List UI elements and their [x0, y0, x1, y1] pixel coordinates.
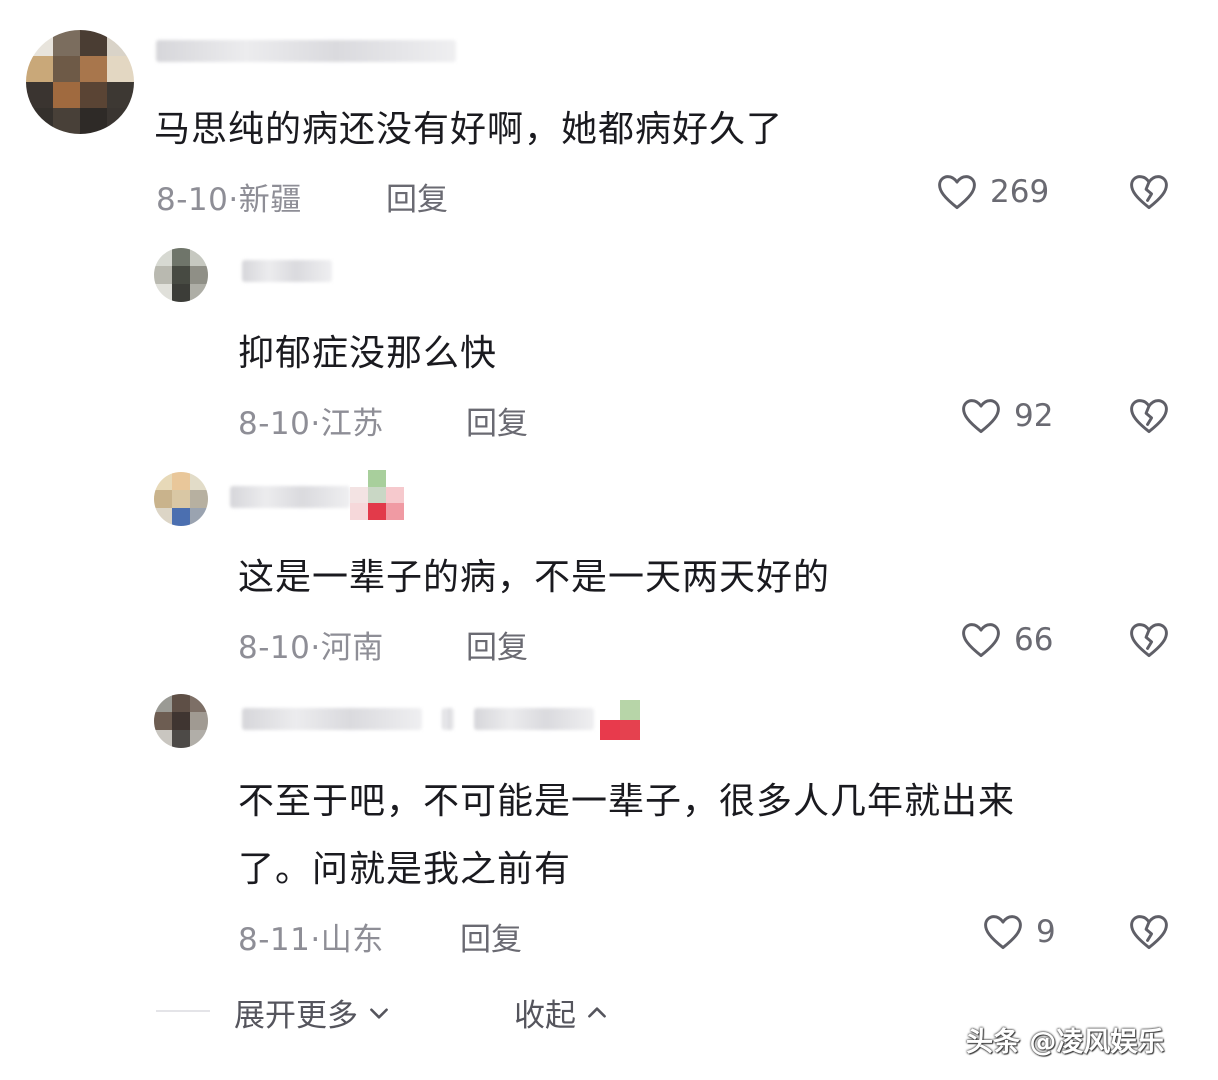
comment-meta: 8-11·山东	[238, 914, 384, 959]
like-count: 9	[1036, 914, 1056, 950]
reply-button[interactable]: 回复	[466, 398, 528, 443]
collapse-button[interactable]: 收起	[514, 990, 610, 1035]
avatar[interactable]	[154, 472, 208, 526]
chevron-down-icon	[370, 1007, 388, 1019]
broken-heart-icon	[1130, 915, 1168, 950]
meta-separator: ·	[310, 922, 321, 958]
comment-region: 河南	[320, 630, 384, 666]
avatar[interactable]	[154, 694, 208, 748]
comment-date: 8-10	[156, 182, 229, 218]
comment-date: 8-11	[238, 922, 311, 958]
comment-region: 山东	[320, 922, 384, 958]
dislike-button[interactable]	[1126, 618, 1172, 666]
reply-button[interactable]: 回复	[466, 622, 528, 667]
heart-outline-icon	[962, 623, 1000, 658]
heart-outline-icon	[938, 175, 976, 210]
badge-blurred	[350, 470, 404, 520]
reply-button[interactable]: 回复	[460, 914, 522, 959]
like-count: 92	[1014, 398, 1054, 434]
watermark: 头条 @凌风娱乐	[966, 1027, 1165, 1058]
dislike-button[interactable]	[1126, 910, 1172, 958]
like-count: 66	[1014, 622, 1054, 658]
comment-date: 8-10	[238, 406, 311, 442]
broken-heart-icon	[1130, 175, 1168, 210]
like-button[interactable]: 9	[980, 910, 1056, 954]
meta-separator: ·	[228, 182, 239, 218]
dislike-button[interactable]	[1126, 170, 1172, 218]
username-blurred[interactable]	[242, 708, 422, 730]
avatar[interactable]	[26, 30, 134, 134]
heart-outline-icon	[962, 399, 1000, 434]
like-count: 269	[990, 174, 1050, 210]
expand-more-label: 展开更多	[234, 998, 358, 1034]
expand-more-button[interactable]: 展开更多	[234, 990, 392, 1035]
avatar[interactable]	[154, 248, 208, 302]
badge-blurred	[600, 700, 640, 740]
comment-date: 8-10	[238, 630, 311, 666]
comment-text: 马思纯的病还没有好啊，她都病好久了	[154, 109, 784, 150]
comment-text: 抑郁症没那么快	[238, 333, 498, 374]
divider	[156, 1010, 210, 1012]
comment-meta: 8-10·河南	[238, 622, 384, 667]
username-blurred[interactable]	[156, 40, 456, 62]
chevron-up-icon	[588, 1006, 606, 1018]
heart-outline-icon	[984, 915, 1022, 950]
collapse-label: 收起	[514, 998, 576, 1034]
like-button[interactable]: 66	[958, 618, 1053, 662]
comment-region: 江苏	[320, 406, 384, 442]
reply-button[interactable]: 回复	[386, 174, 448, 219]
like-button[interactable]: 269	[934, 170, 1049, 214]
comment-meta: 8-10·江苏	[238, 398, 384, 443]
broken-heart-icon	[1130, 623, 1168, 658]
username-blurred[interactable]	[474, 708, 594, 730]
meta-separator: ·	[310, 630, 321, 666]
comment-region: 新疆	[238, 182, 302, 218]
username-blurred[interactable]	[442, 708, 454, 730]
like-button[interactable]: 92	[958, 394, 1053, 438]
broken-heart-icon	[1130, 399, 1168, 434]
username-blurred[interactable]	[230, 486, 350, 508]
comment-text-line2: 了。问就是我之前有	[238, 849, 572, 890]
dislike-button[interactable]	[1126, 394, 1172, 442]
comment-meta: 8-10·新疆	[156, 174, 302, 219]
comment-text-line1: 不至于吧，不可能是一辈子，很多人几年就出来	[238, 781, 1016, 822]
meta-separator: ·	[310, 406, 321, 442]
comment-text: 这是一辈子的病，不是一天两天好的	[238, 557, 831, 598]
username-blurred[interactable]	[242, 260, 332, 282]
